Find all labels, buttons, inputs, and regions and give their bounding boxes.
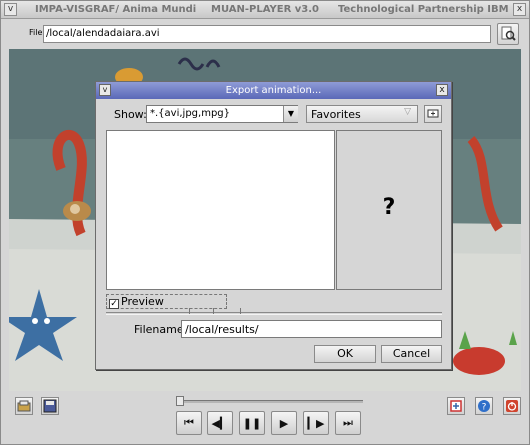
dialog-titlebar: Export animation... [96,82,451,99]
show-filter-select[interactable]: *.{avi,jpg,mpg} [146,105,298,123]
filename-label: Filename: [134,323,188,336]
help-icon: ? [478,400,490,413]
cancel-button-label: Cancel [392,347,431,360]
step-back-icon: ◀▎ [211,416,229,430]
favorites-label: Favorites [311,108,361,121]
open-button[interactable] [15,397,33,415]
step-forward-button[interactable]: ▎▶ [303,411,329,435]
dialog-close-button[interactable]: x [436,84,448,96]
first-frame-icon: ⏮ [184,416,194,429]
magnifier-icon [501,26,516,41]
playback-slider-track[interactable] [177,400,363,403]
favorites-chevron-icon: ▽ [404,107,411,117]
window-menu-button[interactable]: v [4,3,17,16]
pause-button[interactable]: ❚❚ [239,411,265,435]
divider-tick [189,308,190,314]
save-button[interactable] [41,397,59,415]
preview-checkbox[interactable]: ✓ Preview [106,294,227,309]
play-button[interactable]: ▶ [271,411,297,435]
divider-tick [240,308,241,314]
last-frame-icon: ⏭ [343,416,353,429]
filename-input[interactable]: /local/results/ [181,320,442,338]
last-frame-button[interactable]: ⏭ [335,411,361,435]
chevron-down-icon: ▼ [287,109,295,118]
help-button[interactable]: ? [475,397,493,415]
open-folder-icon [17,400,31,412]
browse-file-button[interactable] [497,23,519,45]
cancel-button[interactable]: Cancel [381,345,442,363]
checkmark-icon: ✓ [109,299,119,309]
dialog-title: Export animation... [225,85,322,96]
ok-button-label: OK [337,347,353,360]
window-title-center: MUAN-PLAYER v3.0 [211,4,319,15]
file-list[interactable] [106,130,335,290]
show-filter-dropdown-arrow[interactable]: ▼ [283,106,298,122]
show-filter-label: Show: [114,108,147,121]
new-folder-button[interactable] [424,105,442,123]
preview-pane: ? [336,130,442,290]
muan-player-window: v IMPA-VISGRAF/ Anima Mundi MUAN-PLAYER … [0,0,530,445]
favorites-dropdown[interactable]: Favorites ▽ [306,105,418,123]
file-bar: File: /local/alendadaiara.avi [9,21,521,47]
window-titlebar: v IMPA-VISGRAF/ Anima Mundi MUAN-PLAYER … [1,1,529,19]
step-back-button[interactable]: ◀▎ [207,411,233,435]
ok-button[interactable]: OK [314,345,376,363]
dialog-menu-button[interactable]: v [99,84,111,96]
svg-text:?: ? [482,403,487,413]
quit-button[interactable] [503,397,521,415]
window-close-button[interactable]: x [513,3,526,16]
pause-icon: ❚❚ [242,416,262,430]
new-folder-icon [427,109,439,118]
window-title-left: IMPA-VISGRAF/ Anima Mundi [35,4,197,15]
power-icon [506,400,518,412]
play-icon: ▶ [279,416,289,430]
export-animation-dialog: Export animation... v x Show: *.{avi,jpg… [95,81,452,370]
playback-slider-thumb[interactable] [176,396,184,406]
preview-label: Preview [121,295,164,308]
step-forward-icon: ▎▶ [307,416,325,430]
window-title-right: Technological Partnership IBM [338,4,509,15]
first-frame-button[interactable]: ⏮ [176,411,202,435]
fullscreen-icon [450,400,462,412]
divider-tick [213,308,214,314]
fullscreen-button[interactable] [447,397,465,415]
preview-placeholder: ? [382,195,396,220]
file-path-input[interactable]: /local/alendadaiara.avi [43,25,491,43]
floppy-disk-icon [43,399,57,413]
dialog-divider [106,312,442,315]
